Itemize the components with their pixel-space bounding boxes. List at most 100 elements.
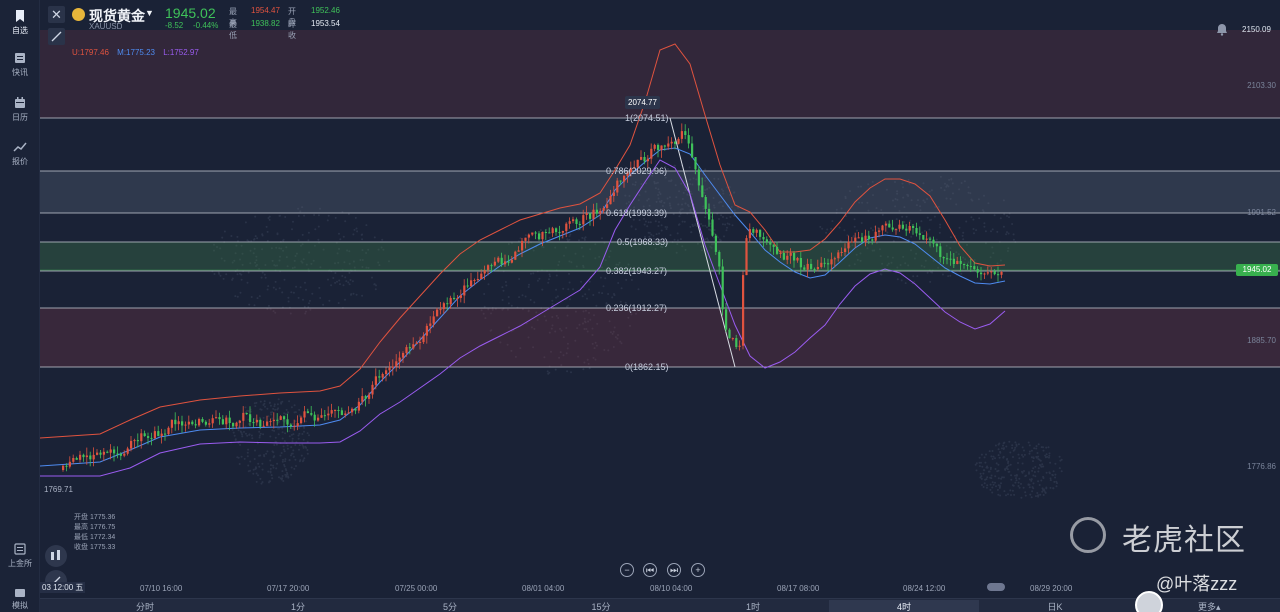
map-dot (283, 440, 286, 443)
candle-body (296, 423, 299, 426)
bollinger-legend: U:1797.46 M:1775.23 L:1752.97 (72, 48, 205, 57)
map-dot (274, 436, 277, 439)
candle-body (609, 196, 612, 205)
map-dot (1028, 444, 1031, 447)
candlestick-chart[interactable] (40, 0, 1280, 598)
tf-15min[interactable]: 15分 (526, 600, 676, 612)
candle-body (738, 345, 741, 347)
tf-daily[interactable]: 日K (980, 600, 1130, 612)
candle-body (96, 452, 99, 455)
map-dot (1022, 486, 1025, 489)
map-dot (692, 225, 695, 228)
map-dot (1011, 484, 1014, 487)
zoom-in-button[interactable]: + (691, 563, 705, 577)
zoom-out-button[interactable]: − (620, 563, 634, 577)
map-dot (721, 223, 724, 226)
map-dot (1049, 477, 1052, 480)
map-dot (1055, 485, 1058, 488)
candle-body (691, 143, 694, 158)
tf-1h[interactable]: 1时 (678, 600, 828, 612)
map-dot (244, 406, 247, 409)
map-dot (284, 413, 287, 416)
map-dot (1045, 453, 1048, 456)
map-dot (1032, 460, 1034, 463)
map-dot (1004, 468, 1007, 471)
map-dot (935, 238, 938, 241)
map-dot (658, 221, 660, 223)
map-dot (277, 433, 280, 436)
candle-body (228, 417, 231, 423)
candle-body (582, 215, 585, 225)
time-scroll-handle[interactable] (987, 583, 1005, 591)
map-dot (1038, 463, 1041, 466)
map-dot (238, 463, 241, 465)
candle-body (106, 451, 109, 453)
map-dot (250, 296, 253, 298)
map-dot (292, 455, 295, 458)
map-dot (1044, 491, 1047, 494)
tf-4h[interactable]: 4时 (829, 600, 979, 612)
time-axis-label: 08/01 04:00 (522, 584, 565, 593)
high-value: 1954.47 (251, 6, 280, 15)
map-dot (350, 293, 353, 296)
map-dot (288, 400, 291, 403)
tf-5min[interactable]: 5分 (375, 600, 525, 612)
chevron-down-icon[interactable]: ▼ (145, 8, 154, 18)
map-dot (910, 235, 913, 238)
map-dot (241, 433, 244, 436)
map-dot (578, 239, 580, 242)
map-dot (254, 449, 256, 452)
jump-end-button[interactable]: ⏭ (667, 563, 681, 577)
candle-body (490, 265, 493, 267)
sidebar-item-calendar[interactable]: 日历 (0, 96, 40, 123)
sidebar-item-watchlist[interactable]: 自选 (0, 9, 40, 36)
map-dot (266, 407, 269, 410)
map-dot (1038, 484, 1041, 486)
map-dot (262, 433, 265, 436)
time-axis-label: 08/10 04:00 (650, 584, 693, 593)
draw-tool-button[interactable] (48, 28, 65, 45)
map-dot (568, 235, 571, 238)
sidebar-item-simulate[interactable]: 模拟 (0, 588, 40, 611)
map-dot (1042, 446, 1044, 449)
map-dot (247, 448, 250, 451)
map-dot (987, 470, 990, 473)
close-button[interactable]: ✕ (48, 6, 65, 23)
map-dot (843, 229, 846, 232)
map-dot (330, 284, 333, 287)
map-dot (1059, 459, 1062, 462)
tf-1min[interactable]: 1分 (223, 600, 373, 612)
map-dot (929, 280, 932, 283)
gold-coin-icon (72, 8, 85, 21)
map-dot (973, 232, 975, 235)
tf-more-button[interactable]: 更多▴ (1198, 600, 1221, 612)
map-dot (1017, 443, 1020, 446)
map-dot (1036, 452, 1039, 454)
jump-start-button[interactable]: ⏮ (643, 563, 657, 577)
timeframe-bar: 分时 1分 5分 15分 1时 4时 日K 更多▴ (40, 591, 1280, 612)
map-dot (551, 299, 554, 302)
candle-type-button[interactable] (45, 545, 67, 567)
map-dot (1041, 490, 1044, 493)
map-dot (541, 288, 544, 291)
map-dot (1047, 446, 1050, 449)
candle-body (164, 433, 167, 435)
candle-body (500, 257, 503, 265)
map-dot (1007, 232, 1010, 235)
map-dot (297, 296, 300, 299)
map-dot (234, 295, 237, 298)
bell-icon[interactable] (1216, 23, 1228, 36)
map-dot (981, 484, 983, 486)
candle-body (803, 267, 806, 270)
tf-tick[interactable]: 分时 (70, 600, 220, 612)
chart-area[interactable]: ✕ 现货黄金 ▼ XAUUSD 1945.02 -8.52 -0.44% 最高 … (40, 0, 1280, 598)
candle-body (527, 234, 530, 238)
candle-body (918, 233, 921, 235)
sidebar-item-news[interactable]: 快讯 (0, 51, 40, 78)
map-dot (991, 491, 994, 494)
candle-body (374, 376, 377, 385)
sidebar-item-quotes[interactable]: 报价 (0, 140, 40, 167)
avatar[interactable] (1135, 591, 1163, 612)
candle-body (303, 411, 306, 418)
sidebar-item-exchange[interactable]: 上金所 (0, 542, 40, 569)
